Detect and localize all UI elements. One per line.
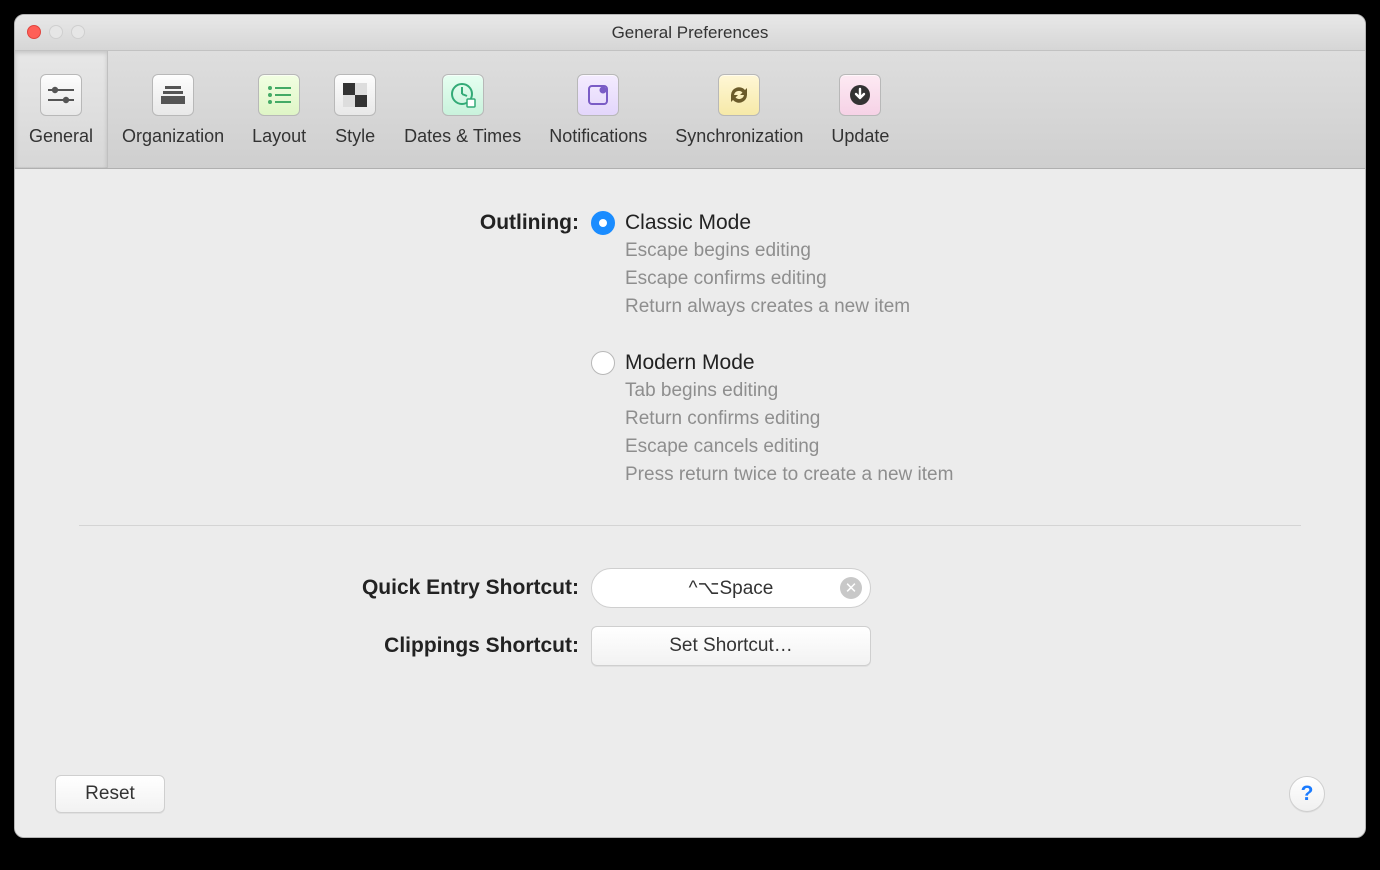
- tab-label: Organization: [122, 126, 224, 147]
- tab-layout[interactable]: Layout: [238, 51, 320, 168]
- quick-entry-shortcut-field[interactable]: ^⌥Space ✕: [591, 568, 871, 608]
- outlining-label: Outlining:: [79, 209, 579, 489]
- minimize-button[interactable]: [49, 25, 63, 39]
- list-icon: [258, 74, 300, 116]
- preferences-toolbar: General Organization: [15, 51, 1365, 169]
- tab-style[interactable]: Style: [320, 51, 390, 168]
- tab-label: Notifications: [549, 126, 647, 147]
- set-clippings-shortcut-button[interactable]: Set Shortcut…: [591, 626, 871, 666]
- button-label: Reset: [85, 783, 135, 805]
- window-controls: [27, 25, 85, 39]
- close-button[interactable]: [27, 25, 41, 39]
- tab-notifications[interactable]: Notifications: [535, 51, 661, 168]
- clippings-row: Clippings Shortcut: Set Shortcut…: [79, 626, 1301, 666]
- radio-modern-mode[interactable]: Modern Mode: [591, 349, 1301, 377]
- tab-general[interactable]: General: [15, 51, 108, 168]
- sliders-icon: [40, 74, 82, 116]
- classic-desc-3: Return always creates a new item: [591, 293, 1301, 321]
- quick-entry-label: Quick Entry Shortcut:: [79, 576, 579, 600]
- outlining-section: Outlining: Classic Mode Escape begins ed…: [79, 209, 1301, 489]
- radio-icon: [591, 351, 615, 375]
- clear-shortcut-icon[interactable]: ✕: [840, 577, 862, 599]
- tab-label: Style: [335, 126, 375, 147]
- preferences-window: General Preferences General: [14, 14, 1366, 838]
- preferences-body: Outlining: Classic Mode Escape begins ed…: [15, 169, 1365, 837]
- clock-icon: [442, 74, 484, 116]
- tab-dates-times[interactable]: Dates & Times: [390, 51, 535, 168]
- classic-desc-1: Escape begins editing: [591, 237, 1301, 265]
- radio-classic-mode[interactable]: Classic Mode: [591, 209, 1301, 237]
- help-icon: ?: [1301, 782, 1314, 806]
- tab-update[interactable]: Update: [817, 51, 903, 168]
- sync-icon: [718, 74, 760, 116]
- window-title: General Preferences: [612, 23, 769, 43]
- shortcut-value: ^⌥Space: [689, 577, 774, 600]
- modern-desc-4: Press return twice to create a new item: [591, 461, 1301, 489]
- modern-desc-3: Escape cancels editing: [591, 433, 1301, 461]
- tab-label: Synchronization: [675, 126, 803, 147]
- modern-desc-1: Tab begins editing: [591, 377, 1301, 405]
- radio-label: Modern Mode: [625, 349, 755, 377]
- zoom-button[interactable]: [71, 25, 85, 39]
- divider: [79, 525, 1301, 526]
- titlebar: General Preferences: [15, 15, 1365, 51]
- stack-icon: [152, 74, 194, 116]
- radio-label: Classic Mode: [625, 209, 751, 237]
- tab-label: General: [29, 126, 93, 147]
- button-label: Set Shortcut…: [669, 635, 793, 657]
- clippings-label: Clippings Shortcut:: [79, 634, 579, 658]
- notification-icon: [577, 74, 619, 116]
- download-icon: [839, 74, 881, 116]
- tab-synchronization[interactable]: Synchronization: [661, 51, 817, 168]
- footer: Reset ?: [15, 775, 1365, 837]
- tab-label: Layout: [252, 126, 306, 147]
- checker-icon: [334, 74, 376, 116]
- tab-label: Update: [831, 126, 889, 147]
- tab-organization[interactable]: Organization: [108, 51, 238, 168]
- classic-desc-2: Escape confirms editing: [591, 265, 1301, 293]
- radio-icon: [591, 211, 615, 235]
- modern-desc-2: Return confirms editing: [591, 405, 1301, 433]
- reset-button[interactable]: Reset: [55, 775, 165, 813]
- tab-label: Dates & Times: [404, 126, 521, 147]
- quick-entry-row: Quick Entry Shortcut: ^⌥Space ✕: [79, 568, 1301, 608]
- help-button[interactable]: ?: [1289, 776, 1325, 812]
